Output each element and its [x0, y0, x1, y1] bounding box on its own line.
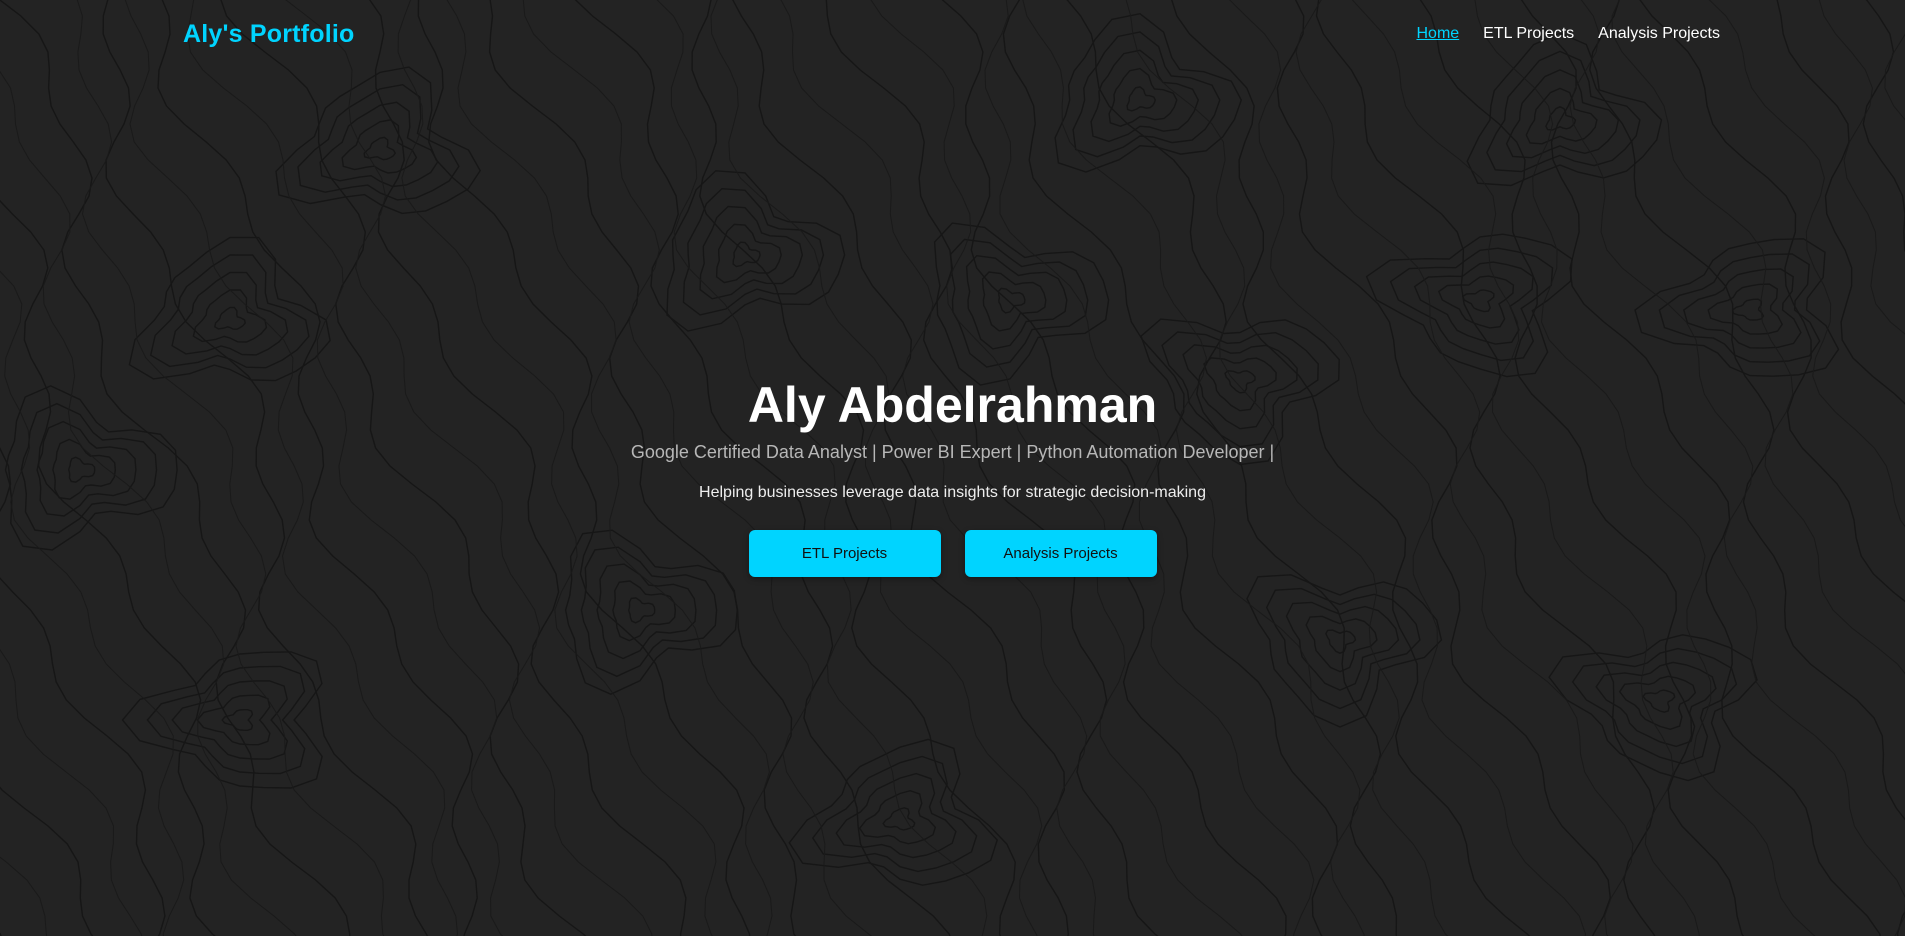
contour-ring — [596, 563, 697, 660]
contour-ring — [221, 709, 254, 732]
contour-ring — [146, 665, 306, 775]
nav-link-etl-projects[interactable]: ETL Projects — [1483, 25, 1574, 43]
analysis-projects-button[interactable]: Analysis Projects — [964, 530, 1157, 577]
contour-ring — [214, 306, 246, 330]
contour-ring — [949, 238, 1089, 368]
contour-ring — [1595, 661, 1717, 748]
contour-ring — [699, 205, 804, 300]
hero-buttons: ETL Projects Analysis Projects — [0, 530, 1905, 577]
hero-section: Aly Abdelrahman Google Certified Data An… — [0, 374, 1905, 577]
contour-ring — [196, 694, 271, 746]
contour-ring — [1365, 233, 1573, 378]
contour-ring — [297, 83, 460, 201]
contour-ring — [981, 271, 1047, 332]
top-navbar: Aly's Portfolio Home ETL Projects Analys… — [0, 0, 1905, 72]
contour-ring — [1461, 289, 1495, 313]
contour-ring — [1571, 647, 1738, 765]
contour-ring — [341, 119, 418, 174]
contour-ring — [1285, 601, 1400, 691]
contour-ring — [1108, 67, 1178, 127]
page: Aly's Portfolio Home ETL Projects Analys… — [0, 0, 1905, 936]
contour-ring — [858, 789, 937, 845]
contour-ring — [1642, 689, 1676, 713]
contour-ring — [612, 580, 677, 642]
contour-ring — [811, 755, 978, 873]
site-logo[interactable]: Aly's Portfolio — [183, 20, 354, 49]
contour-ring — [1505, 69, 1620, 159]
hero-tagline: Helping businesses leverage data insight… — [699, 484, 1206, 501]
hero-name: Aly Abdelrahman — [747, 377, 1158, 433]
contour-ring — [682, 187, 825, 316]
contour-ring — [1682, 268, 1802, 349]
contour-ring — [627, 597, 656, 624]
contour-ring — [835, 772, 957, 859]
contour-ring — [1126, 86, 1157, 112]
contour-ring — [715, 223, 782, 284]
etl-projects-button[interactable]: ETL Projects — [748, 530, 941, 577]
contour-ring — [1325, 629, 1357, 654]
nav-link-analysis-projects[interactable]: Analysis Projects — [1598, 25, 1720, 43]
contour-ring — [1618, 675, 1697, 731]
nav-links: Home ETL Projects Analysis Projects — [1416, 25, 1720, 43]
nav-link-home[interactable]: Home — [1416, 25, 1459, 43]
contour-ring — [1731, 298, 1765, 321]
hero-subtitle: Google Certified Data Analyst | Power BI… — [630, 442, 1275, 462]
contour-ring — [997, 287, 1026, 314]
